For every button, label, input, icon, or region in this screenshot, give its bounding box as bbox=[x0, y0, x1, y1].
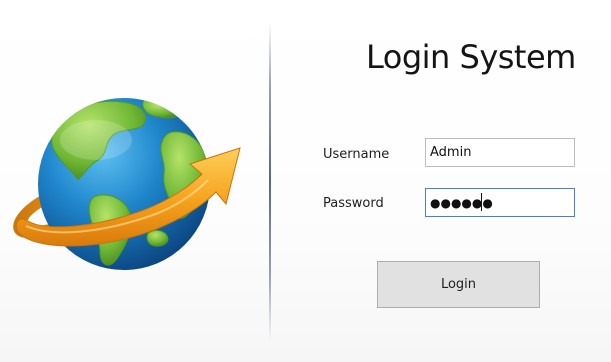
login-window: Login System Username Password Login bbox=[0, 0, 611, 362]
text-caret bbox=[481, 193, 482, 211]
login-button[interactable]: Login bbox=[377, 261, 540, 308]
username-field[interactable] bbox=[425, 138, 575, 167]
page-title: Login System bbox=[366, 38, 576, 76]
vertical-divider bbox=[269, 22, 271, 340]
globe-with-arrow-icon bbox=[13, 98, 241, 270]
logo-panel bbox=[0, 0, 268, 362]
password-label: Password bbox=[323, 196, 384, 211]
password-field[interactable] bbox=[425, 188, 575, 217]
username-label: Username bbox=[323, 147, 390, 162]
